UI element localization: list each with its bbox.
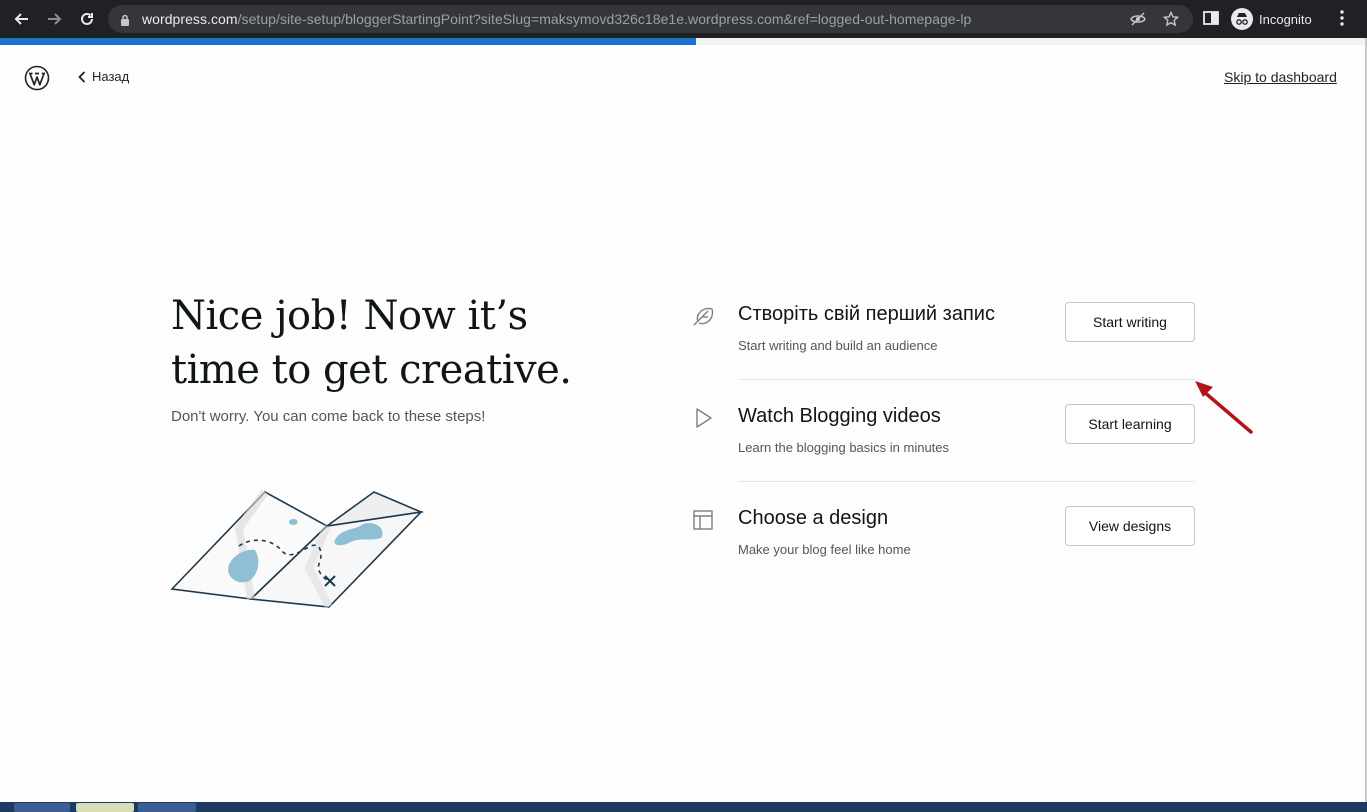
page-title: Nice job! Now it’s time to get creative. <box>171 289 591 397</box>
task-choose-design: Choose a design Make your blog feel like… <box>691 506 1196 608</box>
incognito-icon <box>1231 8 1253 30</box>
page-subtitle: Don't worry. You can come back to these … <box>171 408 486 425</box>
task-title: Створіть свій перший запис <box>738 303 995 325</box>
taskbar-item[interactable] <box>14 803 70 812</box>
setup-page: Назад Skip to dashboard Nice job! Now it… <box>1 45 1365 802</box>
task-description: Make your blog feel like home <box>738 542 911 557</box>
chevron-left-icon <box>78 70 86 83</box>
skip-to-dashboard-link[interactable]: Skip to dashboard <box>1224 69 1337 85</box>
address-bar[interactable]: wordpress.com/setup/site-setup/bloggerSt… <box>108 5 1193 33</box>
task-first-post: Створіть свій перший запис Start writing… <box>691 302 1196 404</box>
url-text: wordpress.com/setup/site-setup/bloggerSt… <box>142 11 971 27</box>
task-divider <box>738 481 1195 482</box>
task-description: Start writing and build an audience <box>738 338 938 353</box>
taskbar-item[interactable] <box>138 803 196 812</box>
wordpress-logo-icon[interactable] <box>24 65 50 91</box>
incognito-label: Incognito <box>1259 11 1312 27</box>
lock-icon <box>120 13 130 31</box>
start-writing-button[interactable]: Start writing <box>1065 302 1195 342</box>
task-title: Watch Blogging videos <box>738 405 941 427</box>
start-learning-button[interactable]: Start learning <box>1065 404 1195 444</box>
bookmark-star-icon[interactable] <box>1162 10 1180 27</box>
layout-icon <box>691 508 715 532</box>
page-title-line-2: time to get creative. <box>171 347 572 393</box>
os-taskbar <box>0 802 1367 812</box>
taskbar-item[interactable] <box>76 803 134 812</box>
url-host: wordpress.com <box>142 11 238 27</box>
back-label: Назад <box>92 69 130 84</box>
play-icon <box>691 406 715 430</box>
task-blogging-videos: Watch Blogging videos Learn the blogging… <box>691 404 1196 506</box>
reload-icon[interactable] <box>77 9 97 29</box>
task-title: Choose a design <box>738 507 889 529</box>
incognito-indicator[interactable]: Incognito <box>1231 6 1312 32</box>
feather-icon <box>691 304 715 328</box>
side-panel-icon[interactable] <box>1202 9 1222 29</box>
setup-progress-bar <box>0 38 1365 45</box>
back-arrow-icon[interactable] <box>12 9 32 29</box>
browser-menu-icon[interactable] <box>1334 9 1354 29</box>
url-path: /setup/site-setup/bloggerStartingPoint?s… <box>237 11 972 27</box>
task-divider <box>738 379 1195 380</box>
annotation-arrow-icon <box>1195 381 1253 434</box>
map-illustration <box>170 489 424 608</box>
forward-arrow-icon[interactable] <box>44 9 64 29</box>
browser-toolbar: wordpress.com/setup/site-setup/bloggerSt… <box>0 0 1367 38</box>
setup-progress-fill <box>0 38 696 45</box>
task-description: Learn the blogging basics in minutes <box>738 440 950 455</box>
page-title-line-1: Nice job! Now it’s <box>171 293 528 339</box>
back-link[interactable]: Назад <box>78 69 129 84</box>
view-designs-button[interactable]: View designs <box>1065 506 1195 546</box>
eye-off-icon[interactable] <box>1130 11 1146 27</box>
